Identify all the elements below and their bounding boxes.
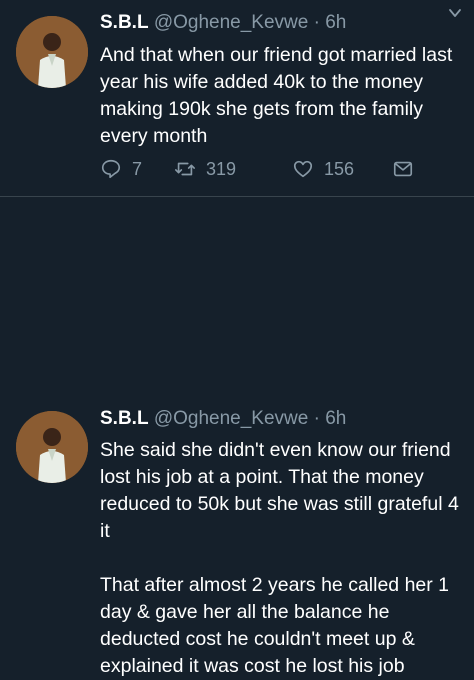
display-name[interactable]: S.B.L — [100, 408, 149, 429]
display-name[interactable]: S.B.L — [100, 12, 149, 33]
retweet-icon — [175, 162, 195, 176]
avatar[interactable] — [16, 411, 88, 483]
speech-bubble-icon — [101, 159, 121, 179]
timestamp[interactable]: 6h — [325, 12, 346, 33]
tweet-text: She said she didn't even know our friend… — [100, 439, 459, 677]
retweet-button[interactable]: 319 — [174, 158, 236, 180]
tweet[interactable]: S.B.L @Oghene_Kevwe · 6h And that when o… — [0, 0, 474, 197]
like-count: 156 — [324, 158, 355, 179]
separator-dot: · — [313, 408, 320, 429]
separator-dot: · — [313, 12, 320, 33]
avatar[interactable] — [16, 16, 88, 88]
timestamp[interactable]: 6h — [325, 408, 346, 429]
retweet-count: 319 — [206, 158, 237, 179]
avatar-photo — [16, 411, 88, 483]
heart-icon — [293, 160, 313, 178]
tweet-header: S.B.L @Oghene_Kevwe · 6h — [100, 408, 346, 430]
chevron-down-icon[interactable] — [448, 6, 462, 20]
user-handle[interactable]: @Oghene_Kevwe — [154, 408, 309, 429]
direct-message-button[interactable] — [392, 158, 424, 180]
tweet-text: And that when our friend got married las… — [100, 44, 453, 147]
avatar-photo — [16, 16, 88, 88]
user-handle[interactable]: @Oghene_Kevwe — [154, 12, 309, 33]
envelope-icon — [393, 161, 413, 177]
reply-button[interactable]: 7 — [100, 158, 142, 180]
reply-count: 7 — [132, 158, 143, 179]
tweet-actions: 7 319 156 — [100, 158, 430, 188]
tweet-header: S.B.L @Oghene_Kevwe · 6h — [100, 12, 346, 34]
like-button[interactable]: 156 — [292, 158, 354, 180]
